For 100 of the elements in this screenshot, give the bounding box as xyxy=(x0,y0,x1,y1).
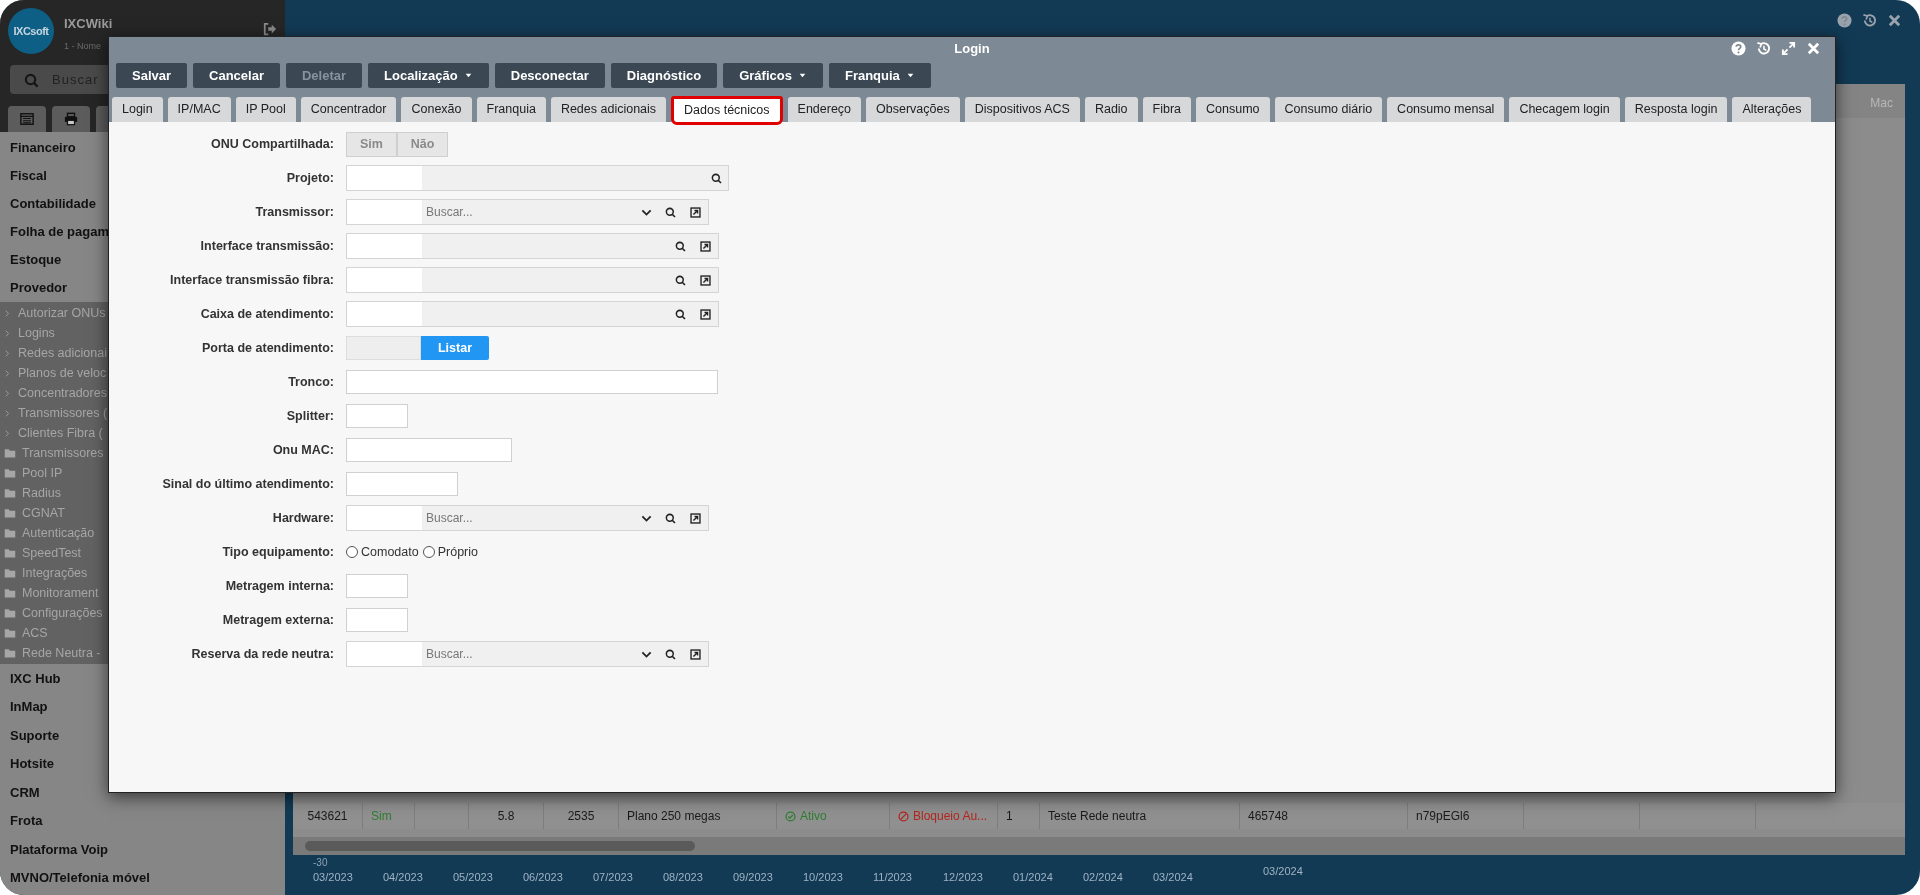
text-field[interactable] xyxy=(346,574,408,598)
code-field[interactable] xyxy=(347,642,422,666)
code-field[interactable] xyxy=(347,506,422,530)
sidebar-section[interactable]: Suporte xyxy=(0,721,70,750)
tab[interactable]: Endereço xyxy=(787,97,862,122)
toolbar-button[interactable]: Cancelar xyxy=(193,63,280,88)
sidebar-section[interactable]: Provedor xyxy=(0,274,78,302)
tab[interactable]: Consumo mensal xyxy=(1387,97,1505,122)
tab[interactable]: Concentrador xyxy=(300,97,397,122)
search-icon[interactable] xyxy=(674,274,686,286)
tab[interactable]: Consumo diário xyxy=(1274,97,1383,122)
dropdown-field[interactable]: Buscar... xyxy=(346,505,709,531)
expand-icon[interactable] xyxy=(1781,41,1796,56)
lookup-field[interactable] xyxy=(346,267,719,293)
sidebar-tab[interactable] xyxy=(52,106,90,132)
select-field[interactable]: Buscar... xyxy=(422,200,634,224)
tab[interactable]: Redes adicionais xyxy=(550,97,667,122)
sidebar-tab[interactable] xyxy=(8,106,46,132)
radio-option[interactable]: Comodato xyxy=(346,542,419,562)
code-field[interactable] xyxy=(347,200,422,224)
tab[interactable]: Alterações xyxy=(1732,97,1812,122)
tab[interactable]: Consumo xyxy=(1196,97,1270,122)
tab[interactable]: Checagem login xyxy=(1509,97,1620,122)
history-icon[interactable] xyxy=(1756,41,1771,56)
sidebar-section[interactable]: MVNO/Telefonia móvel xyxy=(0,863,160,892)
toolbar-button[interactable]: Franquia xyxy=(828,63,931,88)
list-button[interactable]: Listar xyxy=(421,336,489,360)
text-field[interactable] xyxy=(346,370,718,394)
sidebar-section[interactable]: Hotsite xyxy=(0,749,65,778)
tab[interactable]: Fibra xyxy=(1142,97,1192,122)
arrow-box-icon[interactable] xyxy=(699,274,711,286)
tab[interactable]: Franquia xyxy=(476,97,546,122)
toggle-option[interactable]: Não xyxy=(397,131,448,157)
sidebar-section[interactable]: Fiscal xyxy=(0,162,57,190)
lookup-field[interactable] xyxy=(346,301,719,327)
code-field[interactable] xyxy=(347,302,422,326)
dropdown-field[interactable]: Buscar... xyxy=(346,641,709,667)
tab[interactable]: Login xyxy=(112,97,163,122)
tab[interactable]: Resposta login xyxy=(1624,97,1728,122)
select-field[interactable]: Buscar... xyxy=(422,642,634,666)
axis-label: 12/2023 xyxy=(943,870,984,885)
text-field[interactable] xyxy=(346,404,408,428)
search-icon[interactable] xyxy=(674,308,686,320)
field-label: Splitter: xyxy=(285,407,334,425)
help-icon[interactable] xyxy=(1731,41,1746,56)
code-field[interactable] xyxy=(347,234,422,258)
toggle-option[interactable]: Sim xyxy=(346,131,397,157)
search-icon[interactable] xyxy=(674,240,686,252)
submenu-label: SpeedTest xyxy=(22,544,82,562)
sidebar-section[interactable]: Plataforma Voip xyxy=(0,835,118,864)
text-field[interactable] xyxy=(346,472,458,496)
radio-option[interactable]: Próprio xyxy=(422,542,478,562)
code-field[interactable] xyxy=(347,268,422,292)
text-field[interactable] xyxy=(346,608,408,632)
search-icon[interactable] xyxy=(664,512,676,524)
toolbar-button[interactable]: Diagnóstico xyxy=(610,63,718,88)
port-field[interactable] xyxy=(346,336,421,360)
text-field[interactable] xyxy=(346,438,512,462)
sidebar-section[interactable]: CRM xyxy=(0,778,50,807)
tab[interactable]: Radio xyxy=(1084,97,1138,122)
arrow-box-icon[interactable] xyxy=(689,512,701,524)
list-icon xyxy=(20,112,34,126)
close-icon[interactable] xyxy=(1887,12,1902,28)
tab[interactable]: Observações xyxy=(866,97,960,122)
lookup-field[interactable] xyxy=(346,165,729,191)
history-icon[interactable] xyxy=(1862,12,1877,28)
horizontal-scrollbar[interactable] xyxy=(293,837,1905,855)
sidebar-section[interactable]: Contabilidade xyxy=(0,190,106,218)
arrow-box-icon[interactable] xyxy=(689,206,701,218)
arrow-box-icon[interactable] xyxy=(689,648,701,660)
toolbar-button[interactable]: Gráficos xyxy=(723,63,823,88)
code-field[interactable] xyxy=(347,166,422,190)
select-field[interactable]: Buscar... xyxy=(422,506,634,530)
table-cell-text: Plano 250 megas xyxy=(627,808,721,825)
lookup-field[interactable] xyxy=(346,233,719,259)
dropdown-field[interactable]: Buscar... xyxy=(346,199,709,225)
arrow-box-icon[interactable] xyxy=(699,240,711,252)
tab[interactable]: IP/MAC xyxy=(167,97,231,122)
tab[interactable]: IP Pool xyxy=(235,97,296,122)
help-icon[interactable] xyxy=(1837,12,1852,28)
sidebar-section[interactable]: Financeiro xyxy=(0,134,86,162)
field-label: Caixa de atendimento: xyxy=(199,305,334,323)
tab[interactable]: Dispositivos ACS xyxy=(964,97,1080,122)
axis-label: 01/2024 xyxy=(1013,870,1054,885)
search-icon[interactable] xyxy=(664,206,676,218)
toolbar-button[interactable]: Desconectar xyxy=(494,63,605,88)
search-icon[interactable] xyxy=(664,648,676,660)
tab[interactable]: Dados técnicos xyxy=(671,96,783,125)
sidebar-section[interactable]: IXC Hub xyxy=(0,664,71,693)
toolbar-button[interactable]: Salvar xyxy=(116,63,188,88)
folder-icon xyxy=(4,647,16,659)
sidebar-section[interactable]: Frota xyxy=(0,806,53,835)
toolbar-button[interactable]: Localização xyxy=(368,63,489,88)
sidebar-section[interactable]: Estoque xyxy=(0,246,72,274)
logout-icon[interactable] xyxy=(263,22,277,36)
search-icon[interactable] xyxy=(710,172,722,184)
sidebar-section[interactable]: InMap xyxy=(0,692,58,721)
arrow-box-icon[interactable] xyxy=(699,308,711,320)
tab[interactable]: Conexão xyxy=(401,97,472,122)
table-row[interactable]: 543621 Sim 5.8 2535 Plano 250 megas Ativo Bloqueio Au... 1 Teste Rede neutra 465748 n79pEGl6 xyxy=(293,803,1905,829)
